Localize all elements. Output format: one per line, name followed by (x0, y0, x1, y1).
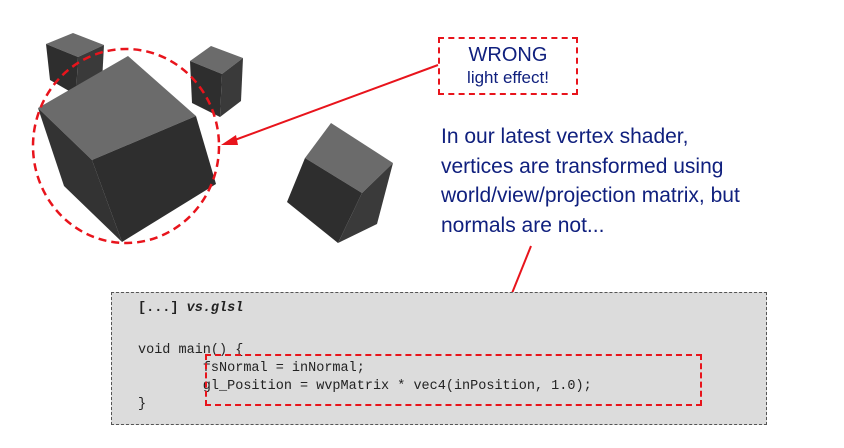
code-header: [...] vs.glsl (138, 301, 243, 316)
explanation-text: In our latest vertex shader, vertices ar… (441, 122, 841, 240)
explanation-line-4: normals are not... (441, 213, 605, 237)
cube-medium-right (287, 123, 393, 243)
cube-small-middle (190, 46, 243, 117)
code-highlight-box (205, 354, 702, 406)
explanation-line-3: world/view/projection matrix, but (441, 184, 740, 207)
code-line: } (138, 397, 147, 412)
callout-line-2: light effect! (467, 68, 549, 87)
explanation-line-2: vertices are transformed using (441, 154, 724, 178)
callout-line-1: WRONG (468, 44, 548, 66)
explanation-line-1: In our latest vertex shader, (441, 125, 689, 148)
wrong-light-callout: WRONG light effect! (438, 37, 578, 95)
code-header-filename: vs.glsl (186, 301, 244, 316)
code-header-brackets: [...] (138, 301, 179, 316)
